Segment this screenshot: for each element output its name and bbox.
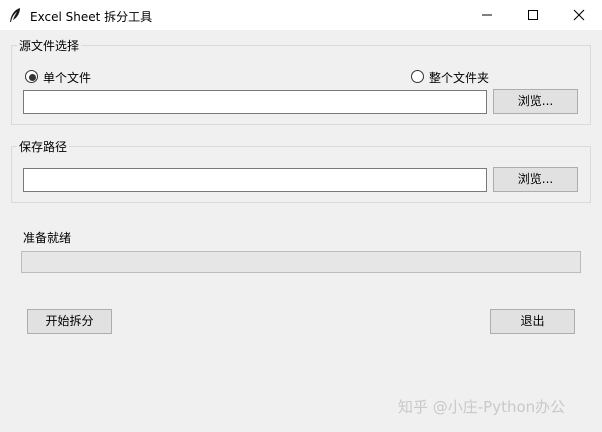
radio-circle (411, 70, 424, 83)
source-group-label: 源文件选择 (17, 37, 82, 54)
status-text: 准备就绪 (23, 231, 72, 245)
minimize-button[interactable] (464, 0, 510, 30)
maximize-button[interactable] (510, 0, 556, 30)
source-path-input[interactable] (23, 90, 487, 114)
close-icon (573, 9, 585, 21)
progress-bar (21, 251, 581, 273)
radio-single-file-label: 单个文件 (43, 71, 92, 85)
start-split-button[interactable]: 开始拆分 (27, 309, 112, 334)
title-bar: Excel Sheet 拆分工具 (0, 0, 602, 30)
save-browse-button[interactable]: 浏览... (493, 167, 578, 192)
window-title: Excel Sheet 拆分工具 (30, 10, 153, 24)
minimize-icon (482, 14, 492, 16)
exit-button[interactable]: 退出 (490, 309, 575, 334)
radio-selected-dot (29, 74, 36, 81)
close-button[interactable] (556, 0, 602, 30)
maximize-icon (528, 10, 538, 20)
save-path-input[interactable] (23, 168, 487, 192)
feather-icon (8, 7, 22, 23)
watermark-text: 知乎 @小庄-Python办公 (398, 398, 566, 416)
source-browse-button[interactable]: 浏览... (493, 89, 578, 114)
radio-whole-folder-label: 整个文件夹 (429, 71, 490, 85)
radio-circle (25, 70, 38, 83)
save-group-label: 保存路径 (17, 138, 70, 155)
